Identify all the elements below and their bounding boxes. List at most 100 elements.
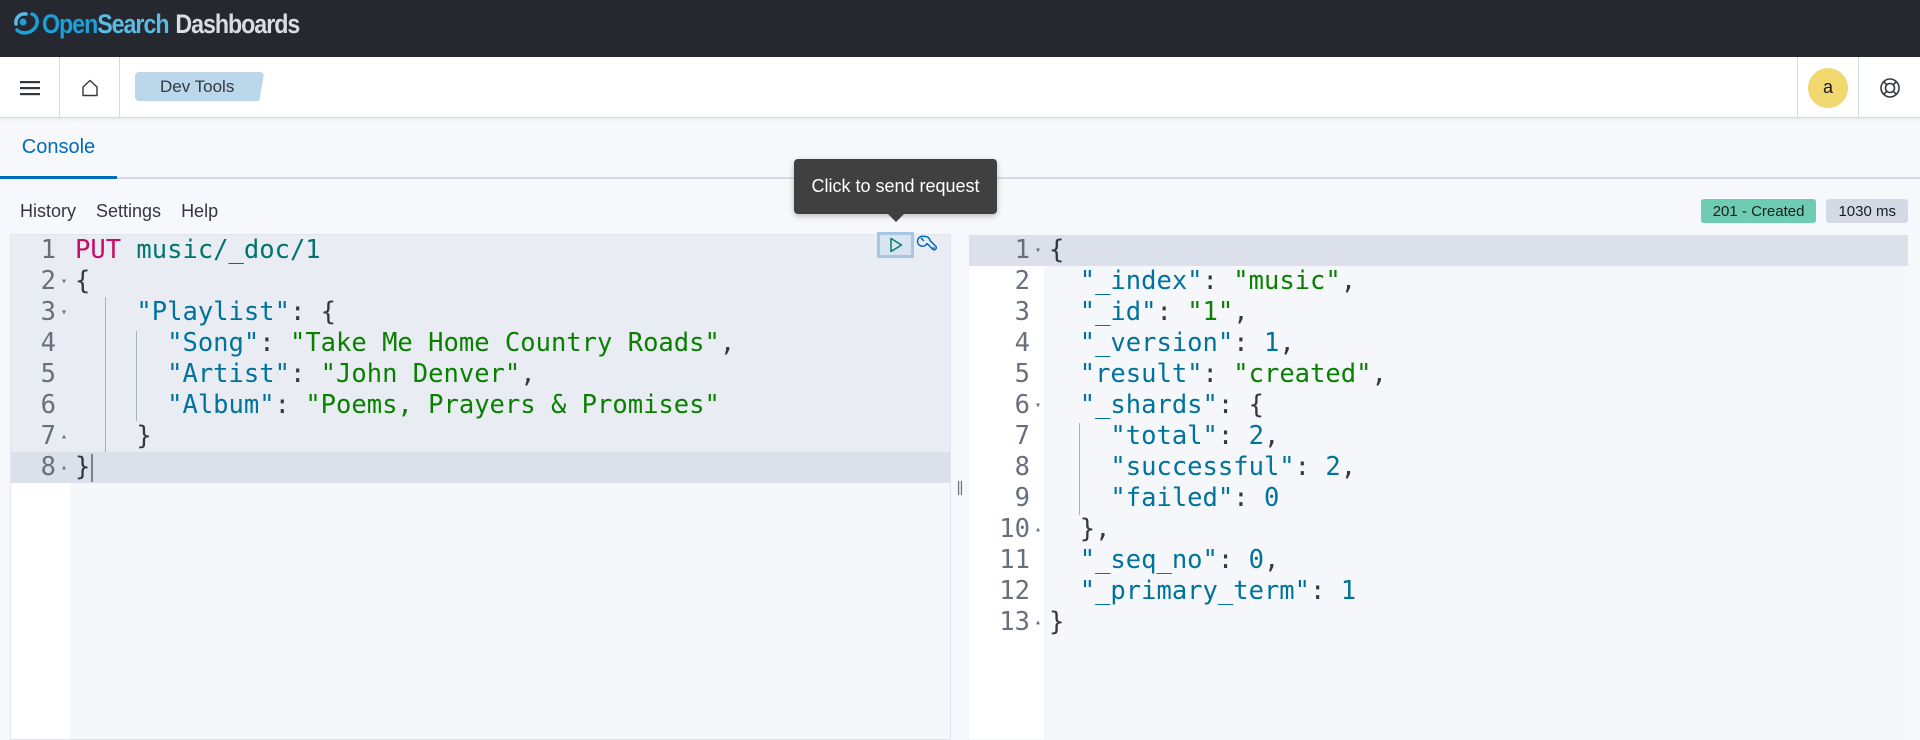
token-punc xyxy=(75,328,167,358)
token-str: "John Denver" xyxy=(320,359,521,389)
code-line[interactable]: 11 "_seq_no": 0, xyxy=(969,545,1908,576)
line-number: 8 xyxy=(1014,452,1030,482)
status-badge: 201 - Created xyxy=(1700,199,1817,223)
code-line[interactable]: 4 "Song": "Take Me Home Country Roads", xyxy=(11,328,950,359)
code-content: "Album": "Poems, Prayers & Promises" xyxy=(70,390,720,421)
code-content: } xyxy=(70,452,94,483)
fold-expand-icon[interactable]: ▴ xyxy=(1035,514,1041,545)
token-punc: , xyxy=(1279,328,1295,358)
avatar: a xyxy=(1808,67,1848,108)
token-punc xyxy=(1049,359,1080,389)
fold-expand-icon[interactable]: ▴ xyxy=(61,452,67,483)
line-number: 10 ▴ xyxy=(999,514,1041,545)
send-request-button[interactable] xyxy=(877,232,914,258)
home-button[interactable] xyxy=(60,57,120,118)
token-punc: , xyxy=(1263,545,1280,575)
token-key: "Song" xyxy=(167,328,260,358)
token-str: "created" xyxy=(1233,359,1372,389)
top-nav-bar: OpenSearch Dashboards xyxy=(0,0,1920,57)
code-line[interactable]: 8 "successful": 2, xyxy=(969,452,1908,483)
logo-dashboards: Dashboards xyxy=(175,8,300,39)
code-content: "_id": "1", xyxy=(1044,297,1249,328)
token-punc: : xyxy=(1202,266,1234,296)
send-request-tooltip: Click to send request xyxy=(794,159,997,222)
help-button[interactable] xyxy=(1859,57,1920,118)
token-str: "Poems, Prayers & Promises" xyxy=(305,390,720,420)
code-content: { xyxy=(1044,235,1064,266)
help-link[interactable]: Help xyxy=(181,201,218,222)
line-number: 4 xyxy=(40,328,56,358)
response-editor-lines: 1 ▾{2 "_index": "music", 3 "_id": "1", 4 "_… xyxy=(969,235,1908,638)
token-key: "result" xyxy=(1079,359,1203,389)
code-line[interactable]: 3 ▾ "Playlist": { xyxy=(11,297,950,328)
token-punc xyxy=(1049,266,1080,296)
opensearch-logo-icon xyxy=(14,12,39,35)
token-punc: : xyxy=(1233,328,1264,358)
code-line[interactable]: 1 ▾ { xyxy=(969,235,1908,266)
code-line[interactable]: 6 ▾ "_shards": { xyxy=(969,390,1908,421)
token-url: music/_doc/1 xyxy=(136,235,321,265)
code-line[interactable]: 4 "_version": 1, xyxy=(969,328,1908,359)
response-status-badges: 201 - Created 1030 ms xyxy=(1700,199,1908,223)
logo-text: OpenSearch Dashboards xyxy=(42,8,300,40)
tab-console[interactable]: Console xyxy=(0,118,117,179)
token-num: 1 xyxy=(1263,328,1280,358)
token-punc: : xyxy=(1202,359,1234,389)
code-line[interactable]: 12 "_primary_term": 1 xyxy=(969,576,1908,607)
history-link[interactable]: History xyxy=(20,201,76,222)
code-line[interactable]: 10 ▴ }, xyxy=(969,514,1908,545)
code-content: } xyxy=(1044,607,1064,638)
response-editor[interactable]: 1 ▾{2 "_index": "music", 3 "_id": "1", 4 "_… xyxy=(968,234,1909,740)
code-line[interactable]: 6 "Album": "Poems, Prayers & Promises" xyxy=(11,390,950,421)
resize-grip-icon: || xyxy=(956,478,964,496)
opensearch-logo[interactable]: OpenSearch Dashboards xyxy=(12,9,341,39)
token-punc: , xyxy=(1263,421,1280,451)
code-line[interactable]: 2 ▾ { xyxy=(11,266,950,297)
token-punc xyxy=(1049,514,1080,544)
token-punc: , xyxy=(1340,266,1357,296)
code-line[interactable]: 7 "total": 2, xyxy=(969,421,1908,452)
token-key: "Playlist" xyxy=(136,297,290,327)
code-line[interactable]: 5 "Artist": "John Denver", xyxy=(11,359,950,390)
fold-expand-icon[interactable]: ▴ xyxy=(1035,607,1041,638)
code-content: "_primary_term": 1 xyxy=(1044,576,1356,607)
code-content: "Playlist": { xyxy=(70,297,336,328)
code-line[interactable]: 3 "_id": "1", xyxy=(969,297,1908,328)
editor-resize-handle[interactable]: || xyxy=(951,234,968,740)
home-icon xyxy=(81,79,98,96)
line-number: 11 xyxy=(999,545,1030,575)
settings-link[interactable]: Settings xyxy=(96,201,161,222)
console-toolbar: History Settings Help xyxy=(0,195,218,227)
token-key: "Album" xyxy=(167,390,275,420)
line-number: 8 ▴ xyxy=(40,452,67,483)
fold-collapse-icon[interactable]: ▾ xyxy=(1035,235,1041,266)
fold-expand-icon[interactable]: ▴ xyxy=(61,421,67,452)
request-editor[interactable]: 1 PUT music/_doc/1 2 ▾{3 ▾ "Playlist": {4 "S… xyxy=(10,234,951,740)
line-number: 6 ▾ xyxy=(1014,390,1041,421)
code-line[interactable]: 8 ▴} xyxy=(11,452,950,483)
line-number: 13 ▴ xyxy=(999,607,1041,638)
token-num: 2 xyxy=(1248,421,1264,451)
code-line[interactable]: 1 PUT music/_doc/1 xyxy=(11,235,950,266)
token-key: "_version" xyxy=(1079,328,1234,358)
menu-button[interactable] xyxy=(0,57,60,118)
fold-collapse-icon[interactable]: ▾ xyxy=(1035,390,1041,421)
token-punc: : xyxy=(1217,545,1249,575)
token-punc: , xyxy=(520,359,536,389)
code-line[interactable]: 7 ▴ } xyxy=(11,421,950,452)
fold-collapse-icon[interactable]: ▾ xyxy=(61,297,67,328)
fold-collapse-icon[interactable]: ▾ xyxy=(61,266,67,297)
code-content: "result": "created", xyxy=(1044,359,1387,390)
code-line[interactable]: 9 "failed": 0 xyxy=(969,483,1908,514)
code-line[interactable]: 5 "result": "created", xyxy=(969,359,1908,390)
code-line[interactable]: 2 "_index": "music", xyxy=(969,266,1908,297)
request-options-button[interactable] xyxy=(915,232,939,258)
code-line[interactable]: 13 ▴} xyxy=(969,607,1908,638)
request-editor-lines: 1 PUT music/_doc/1 2 ▾{3 ▾ "Playlist": {4 "S… xyxy=(11,235,950,483)
user-menu-button[interactable]: a xyxy=(1797,57,1859,118)
token-punc: } xyxy=(136,421,152,451)
token-punc xyxy=(1049,390,1080,420)
code-content: "_shards": { xyxy=(1044,390,1264,421)
line-number: 1 xyxy=(40,235,56,265)
breadcrumb-dev-tools[interactable]: Dev Tools xyxy=(135,72,265,101)
